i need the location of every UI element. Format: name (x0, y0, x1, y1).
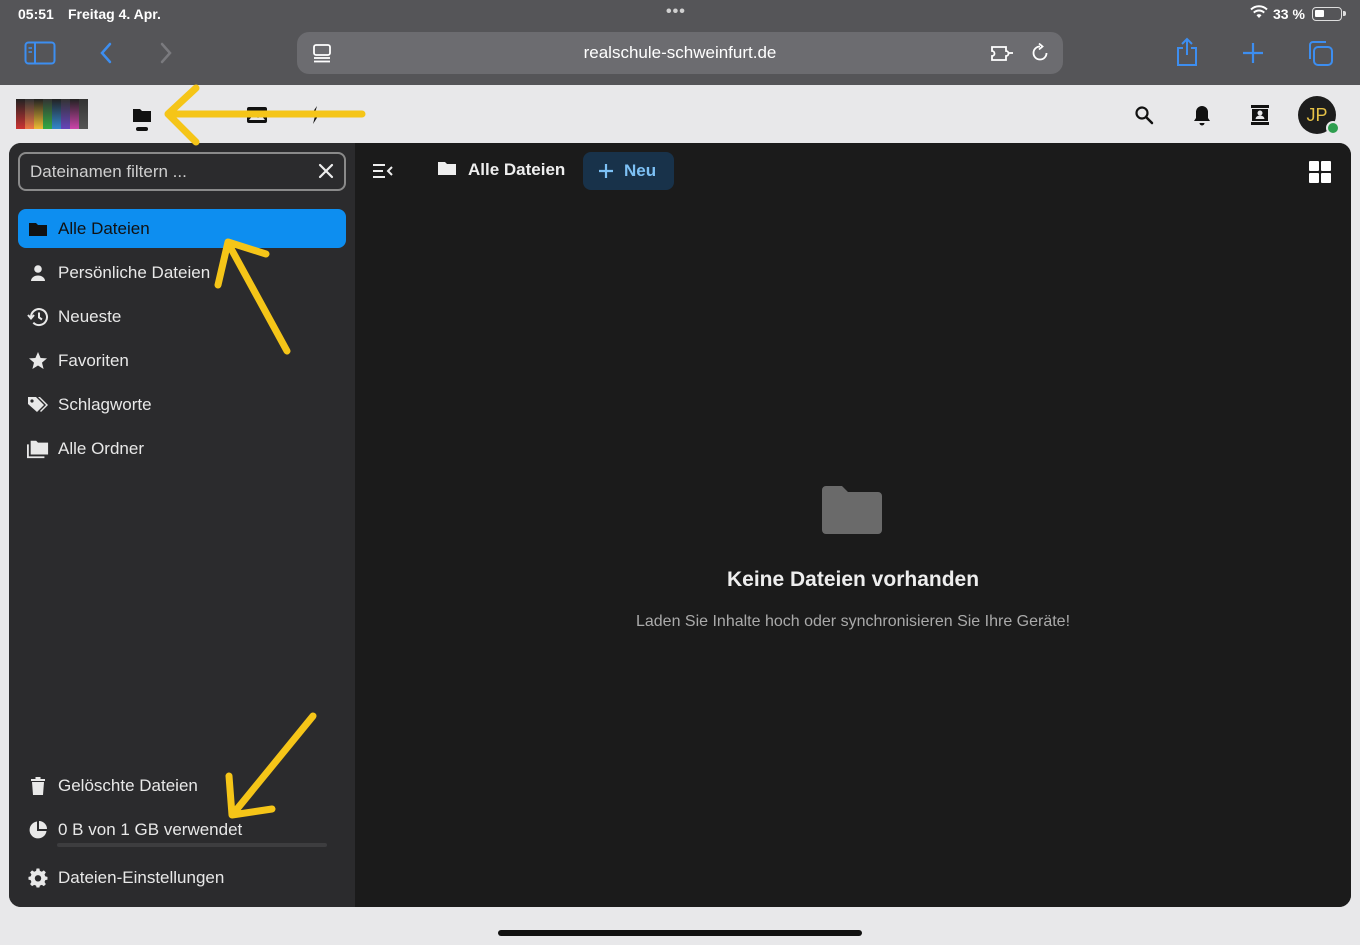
sidebar-item-recent[interactable]: Neueste (18, 297, 346, 336)
folders-icon (27, 438, 49, 460)
contacts-icon[interactable] (1248, 103, 1272, 127)
reload-icon[interactable] (1029, 42, 1051, 69)
breadcrumb-label: Alle Dateien (468, 160, 566, 179)
breadcrumb[interactable]: Alle Dateien (437, 160, 565, 180)
tags-icon (27, 394, 49, 416)
extension-icon[interactable] (989, 42, 1015, 69)
files-icon[interactable] (131, 105, 153, 125)
sidebar-item-label: Neueste (58, 306, 122, 326)
quota-text: 0 B von 1 GB verwendet (58, 819, 243, 839)
pie-chart-icon (27, 819, 49, 841)
new-tab-icon[interactable] (1237, 37, 1269, 69)
filename-filter-input[interactable] (30, 154, 300, 189)
gear-icon (27, 867, 49, 889)
sidebar-item-label: Alle Ordner (58, 438, 144, 458)
toggle-navigation-icon[interactable] (371, 161, 395, 181)
folder-icon (437, 160, 459, 180)
avatar-initials: JP (1306, 104, 1328, 125)
photos-icon[interactable] (246, 105, 268, 125)
plus-icon (597, 162, 615, 180)
sidebar-item-settings[interactable]: Dateien-Einstellungen (18, 858, 346, 897)
avatar[interactable]: JP (1298, 96, 1340, 135)
clear-filter-icon[interactable] (316, 161, 336, 181)
home-indicator[interactable] (498, 930, 862, 936)
activity-icon[interactable] (189, 105, 211, 125)
empty-state-subtitle: Laden Sie Inhalte hoch oder synchronisie… (635, 613, 1071, 630)
empty-state-title: Keine Dateien vorhanden (726, 568, 980, 591)
lightning-icon[interactable] (304, 105, 326, 125)
nextcloud-header: JP (0, 85, 1360, 143)
sidebar-toggle-icon[interactable] (24, 37, 56, 69)
tabs-overview-icon[interactable] (1304, 37, 1336, 69)
sidebar-item-label: Schlagworte (58, 394, 152, 414)
grid-view-icon[interactable] (1309, 161, 1331, 183)
sidebar-item-tags[interactable]: Schlagworte (18, 385, 346, 424)
sidebar-item-label: Persönliche Dateien (58, 262, 211, 282)
wifi-icon (1250, 5, 1268, 22)
files-content: Alle Dateien Neu Keine Dateien vorhanden… (355, 143, 1351, 907)
person-icon (27, 262, 49, 284)
filename-filter (18, 152, 346, 191)
url-text: realschule-schweinfurt.de (583, 43, 777, 62)
sidebar-item-label: Dateien-Einstellungen (58, 867, 225, 887)
quota-progress-bar (57, 843, 327, 847)
trash-icon (27, 775, 49, 797)
multitasking-dots[interactable]: ••• (666, 3, 686, 21)
share-icon[interactable] (1171, 36, 1203, 68)
sidebar-item-all-folders[interactable]: Alle Ordner (18, 429, 346, 468)
sidebar-item-label: Gelöschte Dateien (58, 775, 198, 795)
new-button-label: Neu (624, 161, 657, 180)
online-status-badge (1326, 121, 1340, 135)
status-time: 05:51 (18, 6, 54, 22)
new-button[interactable]: Neu (583, 152, 674, 190)
sidebar-item-all-files[interactable]: Alle Dateien (18, 209, 346, 248)
sidebar-item-personal-files[interactable]: Persönliche Dateien (18, 253, 346, 292)
empty-folder-icon (820, 484, 884, 536)
address-bar[interactable]: realschule-schweinfurt.de (297, 32, 1063, 74)
star-icon (27, 350, 49, 372)
history-icon (27, 306, 49, 328)
files-app: Alle Dateien Persönliche Dateien Neueste… (9, 143, 1351, 907)
battery-percent: 33 % (1273, 6, 1305, 22)
sidebar-item-label: Alle Dateien (58, 218, 150, 238)
bell-icon[interactable] (1190, 103, 1214, 127)
browser-chrome: 05:51 Freitag 4. Apr. ••• 33 % realschul… (0, 0, 1360, 85)
forward-icon[interactable] (150, 37, 182, 69)
status-bar: 05:51 Freitag 4. Apr. ••• 33 % (0, 0, 1360, 28)
back-icon[interactable] (90, 37, 122, 69)
status-date: Freitag 4. Apr. (68, 6, 161, 22)
sidebar-item-favorites[interactable]: Favoriten (18, 341, 346, 380)
search-icon[interactable] (1132, 103, 1156, 127)
sidebar-item-label: Favoriten (58, 350, 129, 370)
folder-icon (27, 218, 49, 240)
navigation-sidebar: Alle Dateien Persönliche Dateien Neueste… (9, 143, 355, 907)
sidebar-item-deleted-files[interactable]: Gelöschte Dateien (18, 766, 346, 805)
battery-icon (1312, 7, 1346, 21)
school-logo[interactable] (16, 99, 88, 129)
active-app-indicator (136, 127, 148, 131)
